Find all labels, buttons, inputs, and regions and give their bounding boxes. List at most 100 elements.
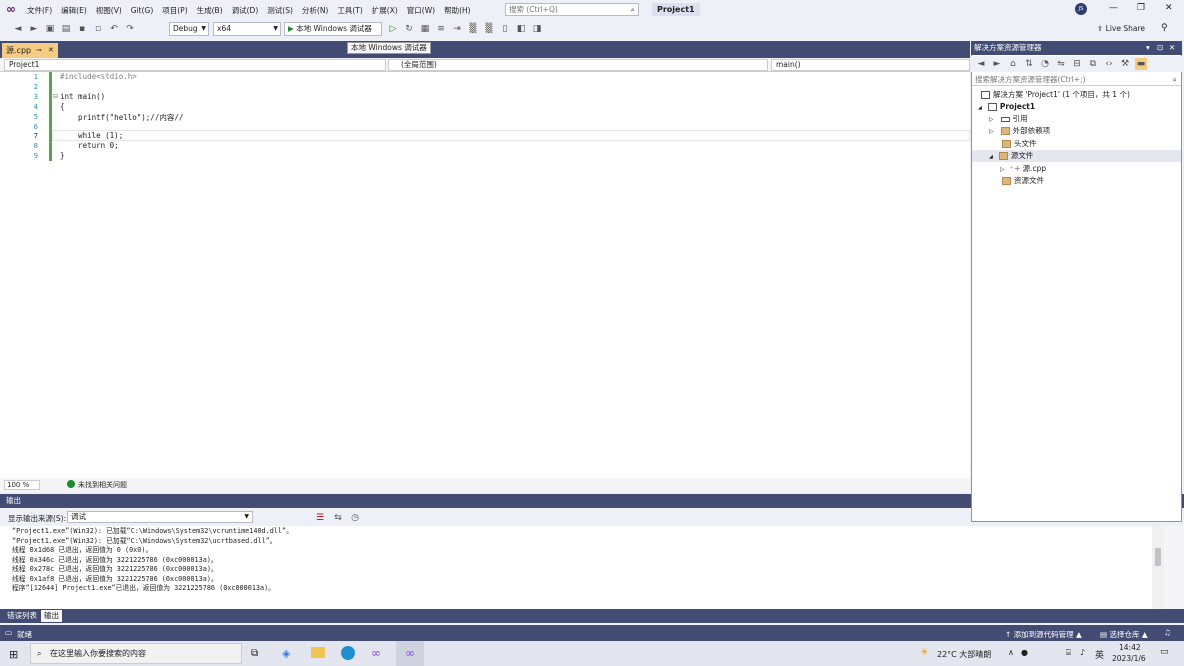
platform-dropdown[interactable]: x64 ▼ — [213, 22, 281, 36]
uncomment-icon[interactable]: ▒ — [483, 23, 495, 35]
collapse-all-icon[interactable]: ⊟ — [1071, 58, 1083, 70]
tray-app-icon[interactable]: ● — [1021, 648, 1028, 657]
undo-icon[interactable]: ↶ — [108, 23, 120, 35]
menu-analyze[interactable]: 分析(N) — [302, 5, 328, 16]
save-icon[interactable]: ▪ — [76, 23, 88, 35]
solution-search-input[interactable]: 搜索解决方案资源管理器(Ctrl+;) ⌕ — [972, 73, 1181, 86]
close-tab-icon[interactable]: ✕ — [48, 43, 54, 58]
widget-icon[interactable]: ◈ — [282, 647, 290, 660]
minimize-icon[interactable]: — — [1109, 3, 1118, 13]
scroll-thumb[interactable] — [1155, 548, 1161, 566]
bookmark-prev-icon[interactable]: ◧ — [515, 23, 527, 35]
step-icon[interactable]: ⇥ — [451, 23, 463, 35]
tree-project[interactable]: ◢ Project1 — [978, 101, 1035, 113]
output-text[interactable]: “Project1.exe”(Win32): 已加载“C:\Windows\Sy… — [0, 526, 1160, 610]
nav-scope-dropdown[interactable]: (全局范围) — [388, 59, 768, 71]
menu-view[interactable]: 视图(V) — [96, 5, 122, 16]
nav-member-dropdown[interactable]: main() — [771, 59, 970, 71]
issues-label[interactable]: 未找到相关问题 — [78, 480, 127, 490]
pin-icon[interactable]: ⊡ — [1157, 41, 1163, 55]
tree-external-deps[interactable]: ▷ 外部依赖项 — [989, 125, 1050, 137]
format-icon[interactable]: ≡ — [435, 23, 447, 35]
volume-icon[interactable]: ♪ — [1080, 648, 1085, 657]
code-line[interactable]: printf("hello");//内容// — [60, 112, 183, 123]
menu-extensions[interactable]: 扩展(X) — [372, 5, 398, 16]
start-without-debug-icon[interactable]: ▷ — [387, 23, 399, 35]
clock-date[interactable]: 2023/1/6 — [1112, 654, 1146, 663]
bookmark-next-icon[interactable]: ◨ — [531, 23, 543, 35]
tree-source-cpp[interactable]: ▷ ⁺+ 源.cpp — [1000, 163, 1046, 175]
close-panel-icon[interactable]: ✕ — [1169, 41, 1175, 55]
tree-solution[interactable]: 解决方案 'Project1' (1 个项目，共 1 个) — [981, 89, 1130, 101]
browse-icon[interactable]: ▦ — [419, 23, 431, 35]
output-source-dropdown[interactable]: 调试 ▼ — [67, 511, 253, 523]
properties-icon[interactable]: ⚒ — [1119, 58, 1131, 70]
menu-test[interactable]: 测试(S) — [267, 5, 293, 16]
home-icon[interactable]: ⌂ — [1007, 58, 1019, 70]
switch-views-icon[interactable]: ⇅ — [1023, 58, 1035, 70]
edge-icon[interactable] — [341, 646, 355, 660]
clock-time[interactable]: 14:42 — [1119, 643, 1141, 652]
select-repo-button[interactable]: ▤ 选择仓库 ▲ — [1100, 629, 1148, 640]
show-all-files-icon[interactable]: ⧉ — [1087, 58, 1099, 70]
notification-bell-icon[interactable]: ♫ — [1164, 628, 1171, 637]
taskbar-search[interactable]: ⌕ 在这里输入你要搜索的内容 — [30, 643, 242, 664]
menu-build[interactable]: 生成(B) — [197, 5, 223, 16]
notification-icon[interactable]: ▭ — [1160, 647, 1169, 657]
timestamp-icon[interactable]: ◷ — [349, 512, 361, 524]
word-wrap-icon[interactable]: ⇆ — [332, 512, 344, 524]
menu-window[interactable]: 窗口(W) — [407, 5, 435, 16]
feedback-icon[interactable]: ⚲ — [1161, 23, 1168, 33]
back-icon[interactable]: ◄ — [12, 23, 24, 35]
network-icon[interactable]: ⌸ — [1066, 648, 1071, 658]
tree-references[interactable]: ▷ 引用 — [989, 113, 1028, 125]
code-icon[interactable]: ‹› — [1103, 58, 1115, 70]
tree-header-files[interactable]: 头文件 — [1002, 138, 1037, 150]
forward-icon[interactable]: ► — [28, 23, 40, 35]
menu-git[interactable]: Git(G) — [131, 6, 154, 15]
menu-debug[interactable]: 调试(D) — [232, 5, 259, 16]
save-all-icon[interactable]: ▫ — [92, 23, 104, 35]
add-source-control-button[interactable]: ↑ 添加到源代码管理 ▲ — [1005, 629, 1082, 640]
tray-chevron-icon[interactable]: ∧ — [1008, 648, 1014, 657]
bookmark-icon[interactable]: ▯ — [499, 23, 511, 35]
back-icon[interactable]: ◄ — [975, 58, 987, 70]
nav-project-dropdown[interactable]: Project1 — [4, 59, 386, 71]
new-project-icon[interactable]: ▣ — [44, 23, 56, 35]
restore-icon[interactable]: ❐ — [1137, 3, 1145, 13]
close-icon[interactable]: ✕ — [1165, 3, 1173, 13]
config-dropdown[interactable]: Debug ▼ — [169, 22, 209, 36]
pending-changes-icon[interactable]: ◔ — [1039, 58, 1051, 70]
visual-studio-icon[interactable]: ∞ — [371, 646, 381, 660]
tree-source-files[interactable]: ◢ 源文件 — [972, 150, 1181, 162]
code-line[interactable]: return 0; — [60, 141, 119, 150]
hot-reload-icon[interactable]: ↻ — [403, 23, 415, 35]
weather-label[interactable]: 22°C 大部晴朗 — [937, 649, 991, 660]
code-line[interactable]: int main() — [60, 92, 105, 101]
code-line[interactable]: #include<stdio.h> — [60, 72, 137, 81]
vs-logo-icon[interactable]: ∞ — [6, 3, 19, 16]
menu-project[interactable]: 项目(P) — [162, 5, 187, 16]
comment-icon[interactable]: ▒ — [467, 23, 479, 35]
menu-edit[interactable]: 编辑(E) — [61, 5, 87, 16]
pin-icon[interactable]: ⊸ — [36, 43, 42, 58]
code-line[interactable]: { — [60, 102, 65, 111]
menu-help[interactable]: 帮助(H) — [444, 5, 471, 16]
code-line[interactable]: while (1); — [60, 131, 123, 140]
tab-output[interactable]: 输出 — [41, 610, 62, 622]
collapse-icon[interactable]: ⊟ — [53, 93, 58, 100]
tree-resource-files[interactable]: 资源文件 — [1002, 175, 1044, 187]
live-share-button[interactable]: ⇪ Live Share — [1097, 24, 1145, 33]
preview-icon[interactable]: ▬ — [1135, 58, 1147, 70]
redo-icon[interactable]: ↷ — [124, 23, 136, 35]
dropdown-icon[interactable]: ▾ — [1146, 41, 1150, 55]
tab-source-cpp[interactable]: 源.cpp ⊸ ✕ — [2, 43, 58, 58]
file-explorer-icon[interactable] — [311, 647, 325, 658]
tab-error-list[interactable]: 错误列表 — [4, 610, 40, 622]
output-scrollbar[interactable] — [1152, 526, 1164, 610]
avatar[interactable]: JS — [1075, 3, 1087, 15]
search-box[interactable]: 搜索 (Ctrl+Q) ⌕ — [505, 3, 639, 16]
ime-label[interactable]: 英 — [1095, 648, 1104, 661]
sync-icon[interactable]: ⇋ — [1055, 58, 1067, 70]
start-debug-button[interactable]: ▶ 本地 Windows 调试器 — [284, 22, 382, 36]
